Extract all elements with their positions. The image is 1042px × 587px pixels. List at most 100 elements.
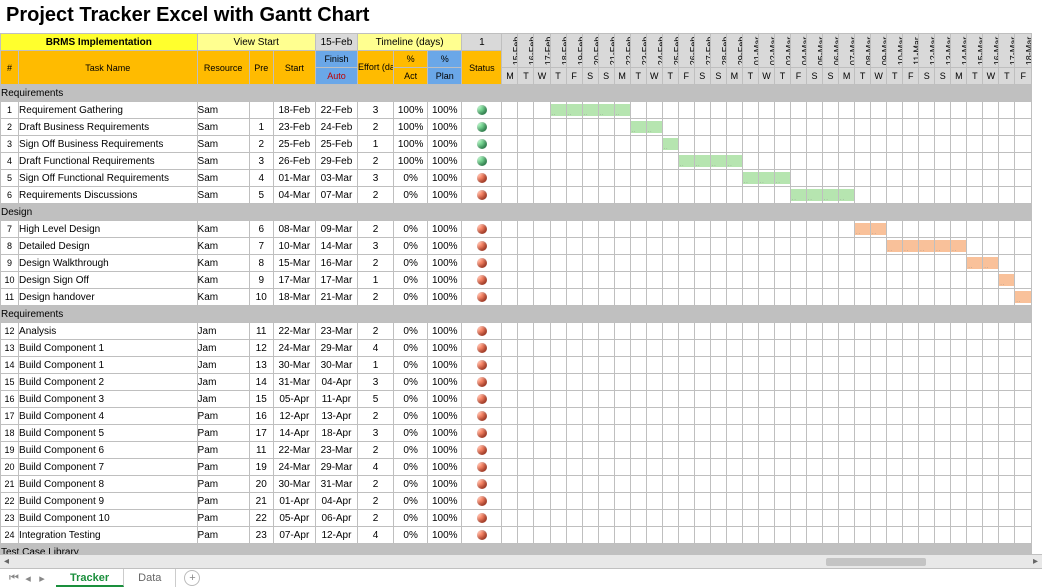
gantt-cell[interactable]: [807, 255, 823, 272]
task-row[interactable]: 4Draft Functional RequirementsSam326-Feb…: [1, 153, 1032, 170]
start-date[interactable]: 23-Feb: [273, 119, 315, 136]
gantt-cell[interactable]: [855, 476, 871, 493]
gantt-cell[interactable]: [935, 408, 951, 425]
gantt-cell[interactable]: [903, 340, 919, 357]
gantt-cell[interactable]: [694, 408, 710, 425]
gantt-cell[interactable]: [534, 136, 550, 153]
gantt-cell[interactable]: [823, 102, 839, 119]
gantt-cell[interactable]: [566, 374, 582, 391]
gantt-cell[interactable]: [919, 221, 935, 238]
gantt-cell[interactable]: [614, 170, 630, 187]
gantt-cell[interactable]: [823, 323, 839, 340]
gantt-cell[interactable]: [951, 255, 967, 272]
gantt-cell[interactable]: [999, 221, 1015, 238]
gantt-cell[interactable]: [694, 442, 710, 459]
gantt-cell[interactable]: [951, 221, 967, 238]
gantt-cell[interactable]: [598, 255, 614, 272]
gantt-cell[interactable]: [807, 442, 823, 459]
gantt-cell[interactable]: [726, 136, 742, 153]
start-date[interactable]: 18-Feb: [273, 102, 315, 119]
gantt-cell[interactable]: [598, 289, 614, 306]
gantt-cell[interactable]: [710, 187, 726, 204]
gantt-cell[interactable]: [790, 272, 806, 289]
gantt-cell[interactable]: [534, 374, 550, 391]
gantt-cell[interactable]: [518, 102, 534, 119]
gantt-cell[interactable]: [614, 153, 630, 170]
gantt-cell[interactable]: ..: [598, 102, 614, 119]
gantt-cell[interactable]: [694, 527, 710, 544]
gantt-cell[interactable]: [951, 153, 967, 170]
pct-plan[interactable]: 100%: [428, 102, 462, 119]
effort[interactable]: 1: [358, 357, 394, 374]
gantt-cell[interactable]: [502, 170, 518, 187]
gantt-cell[interactable]: [967, 425, 983, 442]
gantt-cell[interactable]: [790, 493, 806, 510]
gantt-cell[interactable]: [502, 221, 518, 238]
gantt-cell[interactable]: [742, 102, 758, 119]
gantt-cell[interactable]: [983, 136, 999, 153]
gantt-cell[interactable]: [518, 510, 534, 527]
gantt-cell[interactable]: [935, 425, 951, 442]
gantt-cell[interactable]: [630, 323, 646, 340]
gantt-cell[interactable]: [887, 255, 903, 272]
gantt-cell[interactable]: [935, 493, 951, 510]
task-row[interactable]: 14Build Component 1Jam1330-Mar30-Mar10%1…: [1, 357, 1032, 374]
gantt-cell[interactable]: [566, 493, 582, 510]
gantt-cell[interactable]: [646, 459, 662, 476]
effort[interactable]: 2: [358, 408, 394, 425]
gantt-cell[interactable]: [903, 255, 919, 272]
predecessor[interactable]: 11: [249, 442, 273, 459]
gantt-cell[interactable]: [855, 153, 871, 170]
gantt-cell[interactable]: [839, 493, 855, 510]
pct-act[interactable]: 0%: [394, 272, 428, 289]
gantt-cell[interactable]: [887, 425, 903, 442]
gantt-cell[interactable]: [758, 323, 774, 340]
gantt-cell[interactable]: [726, 323, 742, 340]
gantt-cell[interactable]: [935, 510, 951, 527]
gantt-cell[interactable]: [534, 170, 550, 187]
gantt-cell[interactable]: [502, 255, 518, 272]
resource[interactable]: Sam: [197, 119, 249, 136]
gantt-cell[interactable]: [871, 408, 887, 425]
gantt-cell[interactable]: [903, 374, 919, 391]
gantt-cell[interactable]: [710, 408, 726, 425]
gantt-cell[interactable]: [903, 289, 919, 306]
gantt-cell[interactable]: [662, 476, 678, 493]
effort[interactable]: 3: [358, 238, 394, 255]
gantt-cell[interactable]: [919, 476, 935, 493]
pct-plan[interactable]: 100%: [428, 289, 462, 306]
gantt-cell[interactable]: [774, 425, 790, 442]
gantt-cell[interactable]: [807, 102, 823, 119]
gantt-cell[interactable]: [807, 238, 823, 255]
gantt-cell[interactable]: [774, 374, 790, 391]
task-row[interactable]: 16Build Component 3Jam1505-Apr11-Apr50%1…: [1, 391, 1032, 408]
start-date[interactable]: 01-Mar: [273, 170, 315, 187]
gantt-cell[interactable]: [550, 136, 566, 153]
start-date[interactable]: 26-Feb: [273, 153, 315, 170]
gantt-cell[interactable]: [999, 153, 1015, 170]
gantt-cell[interactable]: [823, 391, 839, 408]
pct-plan[interactable]: 100%: [428, 357, 462, 374]
gantt-cell[interactable]: [807, 527, 823, 544]
gantt-cell[interactable]: [935, 391, 951, 408]
effort[interactable]: 2: [358, 289, 394, 306]
gantt-cell[interactable]: [646, 374, 662, 391]
gantt-cell[interactable]: [550, 221, 566, 238]
gantt-cell[interactable]: ..: [871, 221, 887, 238]
gantt-cell[interactable]: [630, 476, 646, 493]
task-name[interactable]: Sign Off Business Requirements: [19, 136, 198, 153]
predecessor[interactable]: 4: [249, 170, 273, 187]
pct-plan[interactable]: 100%: [428, 374, 462, 391]
gantt-cell[interactable]: [855, 187, 871, 204]
start-date[interactable]: 24-Mar: [273, 459, 315, 476]
resource[interactable]: Jam: [197, 340, 249, 357]
predecessor[interactable]: 13: [249, 357, 273, 374]
gantt-cell[interactable]: [726, 442, 742, 459]
gantt-cell[interactable]: [1015, 442, 1032, 459]
gantt-cell[interactable]: [550, 323, 566, 340]
gantt-cell[interactable]: [550, 459, 566, 476]
gantt-cell[interactable]: [566, 476, 582, 493]
gantt-cell[interactable]: [919, 102, 935, 119]
gantt-cell[interactable]: [694, 357, 710, 374]
resource[interactable]: Jam: [197, 323, 249, 340]
